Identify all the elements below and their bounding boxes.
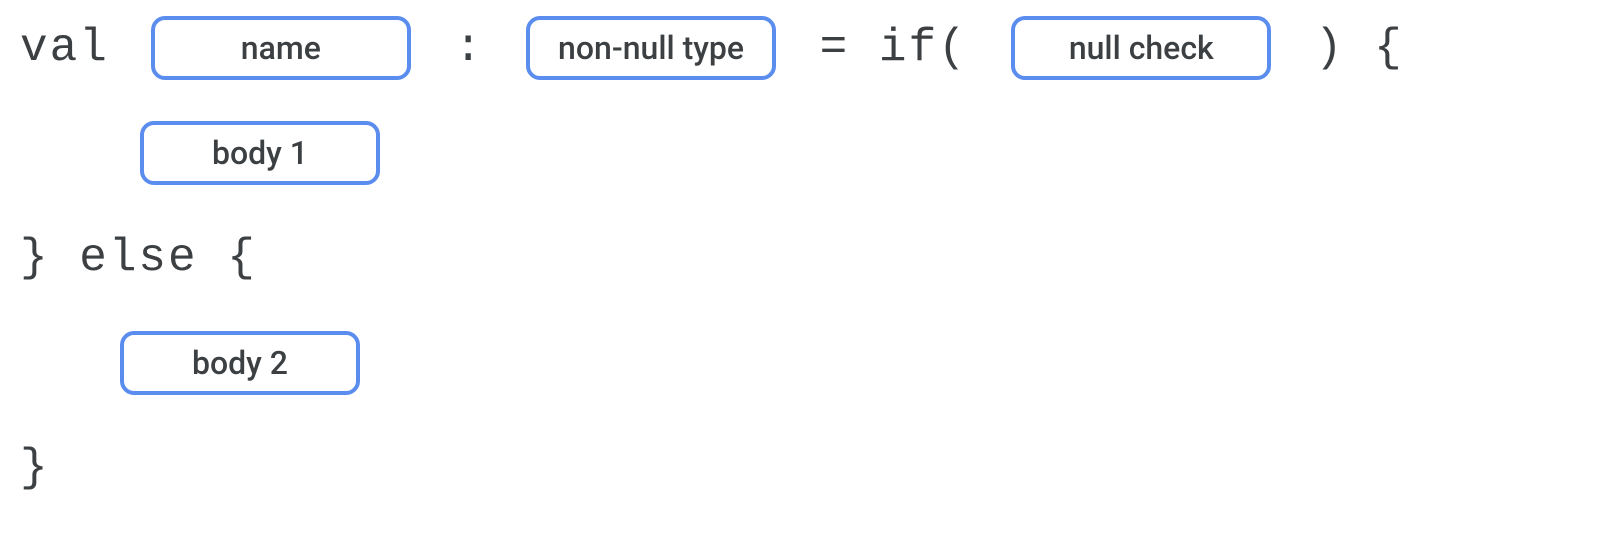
close-else-open: } else {	[20, 232, 257, 284]
code-line-2: body 1	[20, 115, 1580, 190]
placeholder-null-check: null check	[1011, 16, 1271, 80]
close-paren-open-brace: ) {	[1285, 22, 1403, 74]
keyword-val: val	[20, 22, 109, 74]
code-line-1: val name : non-null type = if( null chec…	[20, 10, 1580, 85]
equals-if-open-paren: = if(	[790, 22, 997, 74]
code-line-5: }	[20, 430, 1580, 505]
colon: :	[425, 22, 484, 74]
placeholder-name: name	[151, 16, 411, 80]
code-line-4: body 2	[20, 325, 1580, 400]
close-brace: }	[20, 442, 50, 494]
placeholder-body1: body 1	[140, 121, 380, 185]
code-line-3: } else {	[20, 220, 1580, 295]
placeholder-body2: body 2	[120, 331, 360, 395]
placeholder-non-null-type: non-null type	[526, 16, 776, 80]
